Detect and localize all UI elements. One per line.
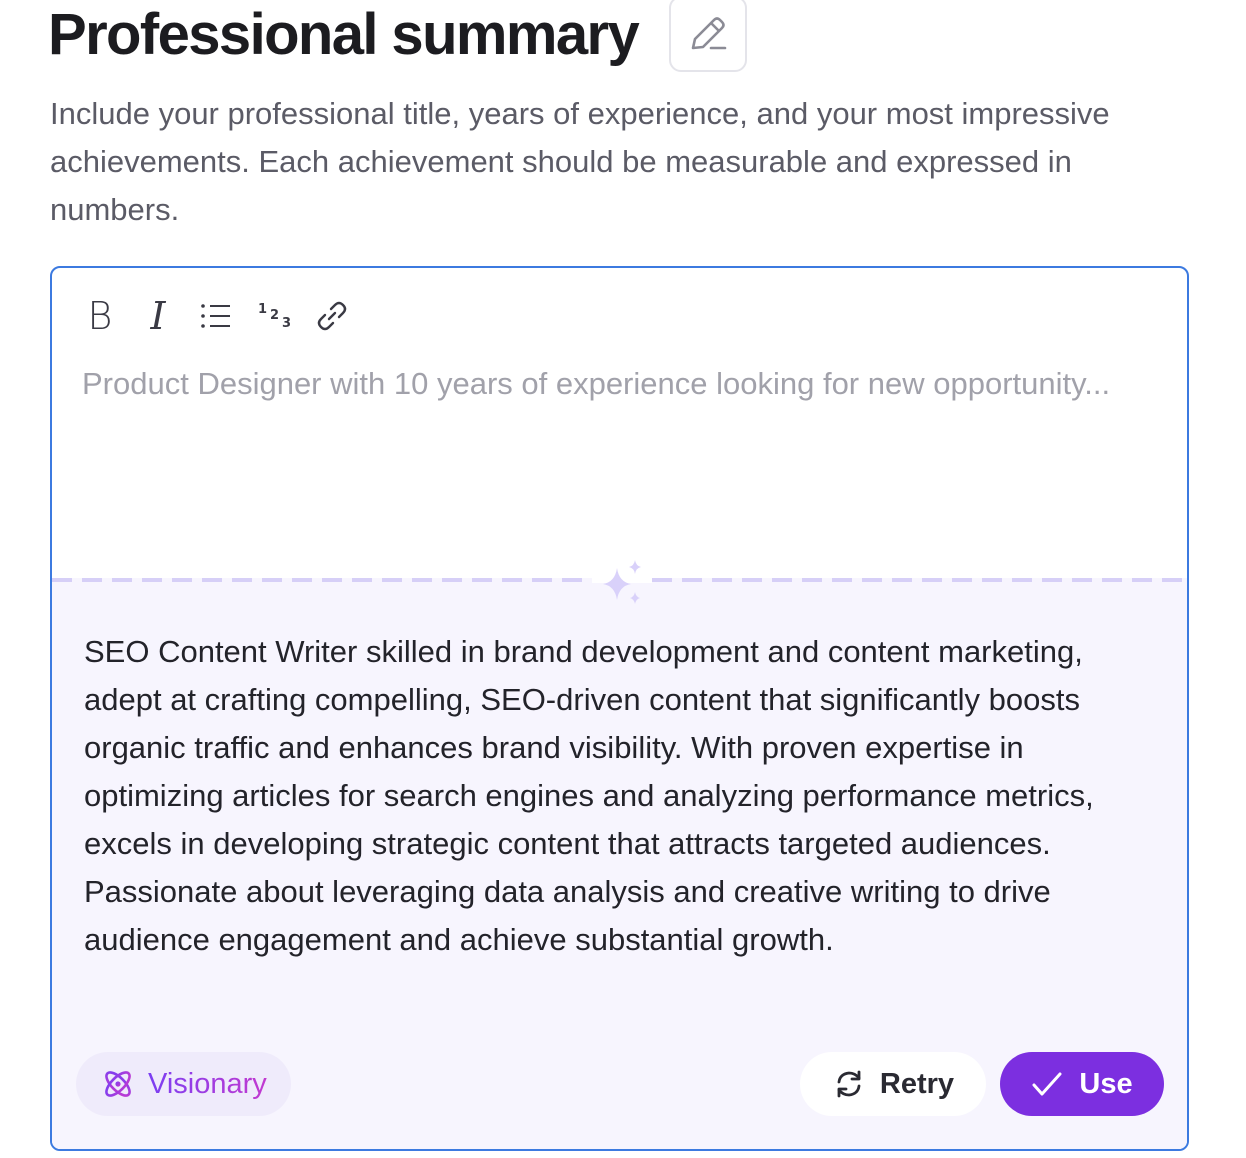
svg-text:2: 2 xyxy=(270,308,279,323)
formatting-toolbar: B I 1 2 3 xyxy=(82,294,350,338)
italic-button[interactable]: I xyxy=(140,294,176,338)
tone-selector-chip[interactable]: Visionary xyxy=(76,1052,291,1116)
retry-button[interactable]: Retry xyxy=(800,1052,986,1116)
use-suggestion-button[interactable]: Use xyxy=(1000,1052,1164,1116)
suggestion-text: SEO Content Writer skilled in brand deve… xyxy=(84,634,1094,957)
svg-text:3: 3 xyxy=(282,316,291,331)
bold-icon: B xyxy=(87,294,113,338)
use-label: Use xyxy=(1079,1067,1133,1100)
bulleted-list-icon xyxy=(201,304,230,328)
retry-label: Retry xyxy=(879,1067,955,1100)
link-icon xyxy=(317,301,347,331)
tone-label: Visionary xyxy=(148,1067,267,1100)
page-title: Professional summary xyxy=(48,2,640,67)
link-button[interactable] xyxy=(314,296,350,336)
sparkle-icon-wrap xyxy=(592,558,652,608)
check-icon xyxy=(1032,1072,1062,1096)
pencil-icon xyxy=(691,17,727,50)
numbered-list-button[interactable]: 1 2 3 xyxy=(256,296,292,336)
edit-title-button[interactable] xyxy=(669,0,747,72)
italic-icon: I xyxy=(150,294,166,338)
section-description: Include your professional title, years o… xyxy=(50,96,1110,227)
atom-icon xyxy=(105,1071,131,1097)
bulleted-list-button[interactable] xyxy=(198,296,234,336)
ai-suggestion-panel: SEO Content Writer skilled in brand deve… xyxy=(52,558,1187,1149)
bold-button[interactable]: B xyxy=(82,294,118,338)
refresh-icon xyxy=(837,1070,861,1098)
sparkle-icon xyxy=(603,560,641,604)
numbered-list-icon: 1 2 3 xyxy=(258,302,291,331)
summary-editor: B I 1 2 3 Product Designer with 10 years… xyxy=(50,266,1189,1151)
svg-text:1: 1 xyxy=(258,302,267,317)
summary-input[interactable]: Product Designer with 10 years of experi… xyxy=(82,360,1122,550)
